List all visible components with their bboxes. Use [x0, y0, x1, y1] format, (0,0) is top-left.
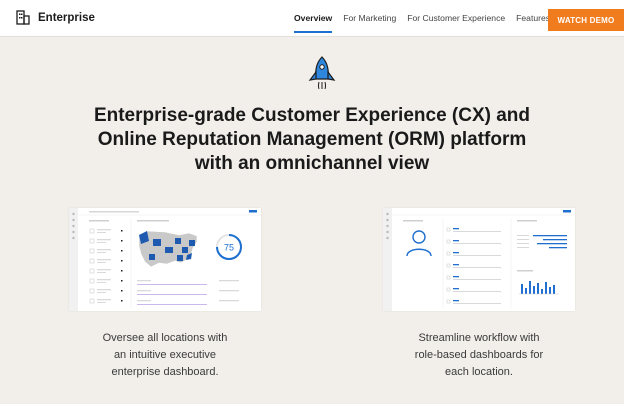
dashboard-mockup — [383, 208, 575, 311]
nav-overview[interactable]: Overview — [294, 0, 333, 36]
executive-score: 75 — [224, 243, 234, 253]
headline-line-3: with an omnichannel view — [194, 153, 430, 174]
feature-caption-role-based: Streamline workflow with role-based dash… — [359, 330, 599, 381]
main-nav: Overview For Marketing For Customer Expe… — [294, 0, 561, 36]
brand[interactable]: Enterprise — [16, 10, 95, 25]
headline-line-2: Online Reputation Management (ORM) platf… — [97, 129, 527, 150]
headline-line-1: Enterprise-grade Customer Experience (CX… — [93, 105, 531, 126]
top-nav-bar: Enterprise Overview For Marketing For Cu… — [0, 0, 624, 37]
caption-line: an intuitive executive — [113, 349, 217, 361]
caption-line: each location. — [445, 366, 513, 378]
nav-for-customer-experience[interactable]: For Customer Experience — [407, 0, 505, 36]
feature-caption-executive: Oversee all locations with an intuitive … — [45, 330, 285, 381]
caption-line: role-based dashboards for — [414, 349, 544, 361]
brand-name: Enterprise — [38, 11, 95, 24]
caption-line: enterprise dashboard. — [111, 366, 219, 378]
watch-demo-button[interactable]: WATCH DEMO — [548, 9, 624, 31]
nav-features[interactable]: Features — [516, 0, 550, 36]
rocket-icon — [308, 56, 336, 90]
caption-line: Oversee all locations with — [102, 332, 228, 344]
caption-line: Streamline workflow with — [418, 332, 540, 344]
executive-dashboard-preview: 75 — [69, 208, 261, 311]
dashboard-mockup: 75 — [69, 208, 261, 311]
nav-for-marketing[interactable]: For Marketing — [343, 0, 396, 36]
hero-headline: Enterprise-grade Customer Experience (CX… — [40, 104, 584, 176]
role-based-dashboard-preview — [383, 208, 575, 311]
building-icon — [16, 10, 30, 25]
